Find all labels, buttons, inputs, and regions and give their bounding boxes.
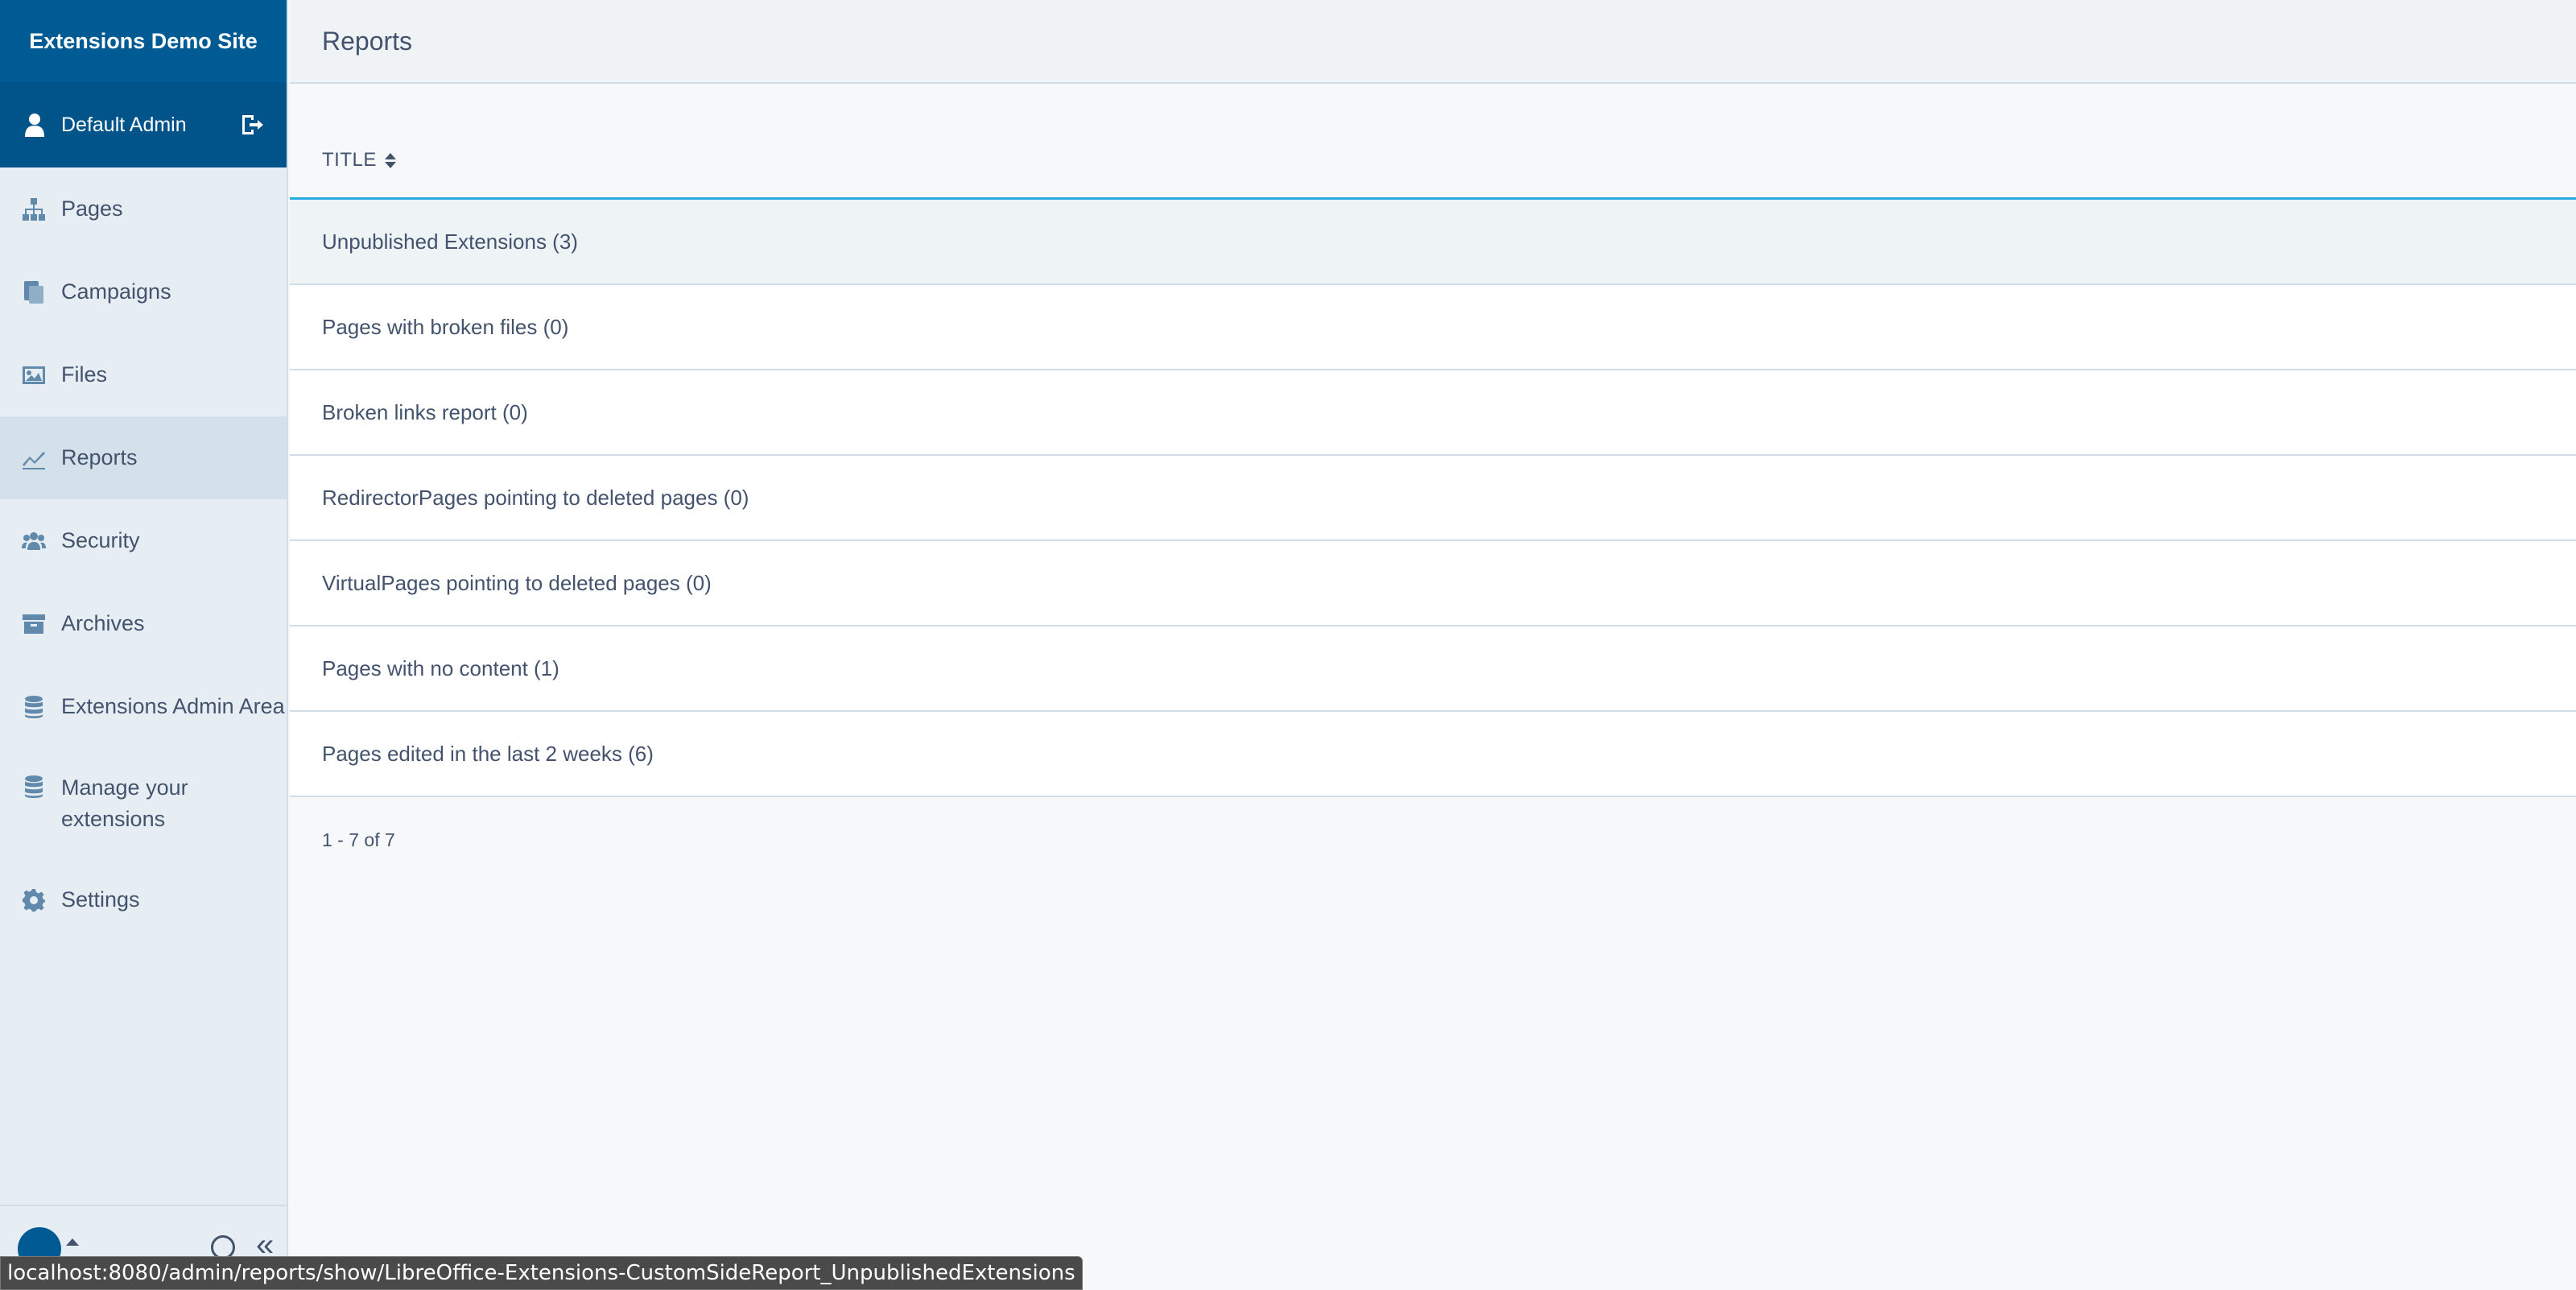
sidebar-item-label: Security (61, 528, 140, 552)
pagination-summary: 1 - 7 of 7 (322, 829, 395, 850)
logout-icon[interactable] (240, 113, 264, 137)
user-bar: Default Admin (0, 82, 287, 167)
sidebar-item-manage-extensions[interactable]: Manage your extensions (0, 748, 287, 858)
sidebar-item-archives[interactable]: Archives (0, 582, 287, 665)
sitemap-icon (21, 196, 47, 222)
report-link[interactable]: Pages with no content (1) (322, 656, 559, 681)
column-header-title[interactable]: TITLE (290, 85, 2576, 200)
sidebar: Extensions Demo Site Default Admin Pages… (0, 0, 288, 1290)
sort-icon[interactable] (384, 153, 396, 168)
sidebar-item-label: Campaigns (61, 279, 171, 304)
reports-table: TITLE Unpublished Extensions (3) Pages w… (290, 85, 2576, 851)
table-row[interactable]: Pages with broken files (0) (290, 285, 2576, 370)
report-link[interactable]: RedirectorPages pointing to deleted page… (322, 486, 749, 511)
report-link[interactable]: Broken links report (0) (322, 400, 528, 425)
report-link[interactable]: Unpublished Extensions (3) (322, 229, 578, 254)
table-row[interactable]: RedirectorPages pointing to deleted page… (290, 456, 2576, 541)
site-title[interactable]: Extensions Demo Site (0, 0, 287, 82)
sidebar-item-campaigns[interactable]: Campaigns (0, 250, 287, 333)
sidebar-item-files[interactable]: Files (0, 333, 287, 416)
sidebar-item-settings[interactable]: Settings (0, 858, 287, 941)
sidebar-item-extensions-admin-area[interactable]: Extensions Admin Area (0, 665, 287, 748)
database-icon (21, 774, 47, 800)
page-header: Reports (290, 0, 2576, 84)
sidebar-item-label: Reports (61, 445, 138, 469)
user-icon (25, 114, 44, 137)
image-icon (21, 362, 47, 388)
sidebar-item-label: Manage your extensions (61, 775, 188, 831)
table-row[interactable]: Unpublished Extensions (3) (290, 200, 2576, 285)
copy-icon (21, 279, 47, 305)
sidebar-item-pages[interactable]: Pages (0, 167, 287, 250)
report-link[interactable]: Pages edited in the last 2 weeks (6) (322, 742, 654, 767)
report-link[interactable]: Pages with broken files (0) (322, 315, 568, 340)
table-row[interactable]: Pages with no content (1) (290, 626, 2576, 712)
table-row[interactable]: Pages edited in the last 2 weeks (6) (290, 712, 2576, 797)
sidebar-item-reports[interactable]: Reports (0, 416, 287, 499)
table-row[interactable]: Broken links report (0) (290, 370, 2576, 456)
database-icon (21, 694, 47, 720)
archive-icon (21, 611, 47, 637)
report-link[interactable]: VirtualPages pointing to deleted pages (… (322, 571, 712, 596)
browser-status-url: localhost:8080/admin/reports/show/LibreO… (0, 1256, 1083, 1290)
main-nav: Pages Campaigns Files Reports Security A… (0, 167, 287, 941)
caret-up-icon[interactable] (66, 1238, 79, 1246)
column-header-label: TITLE (322, 149, 377, 171)
sidebar-item-label: Files (61, 362, 108, 387)
sidebar-item-label: Pages (61, 196, 123, 221)
sidebar-item-label: Settings (61, 887, 140, 912)
user-name[interactable]: Default Admin (61, 114, 240, 137)
page-title: Reports (322, 26, 413, 56)
sidebar-item-security[interactable]: Security (0, 499, 287, 582)
gear-icon (21, 887, 47, 913)
sidebar-item-label: Archives (61, 611, 145, 635)
chart-line-icon (21, 445, 47, 471)
table-row[interactable]: VirtualPages pointing to deleted pages (… (290, 541, 2576, 626)
users-icon (21, 528, 47, 554)
sidebar-item-label: Extensions Admin Area (61, 694, 285, 718)
